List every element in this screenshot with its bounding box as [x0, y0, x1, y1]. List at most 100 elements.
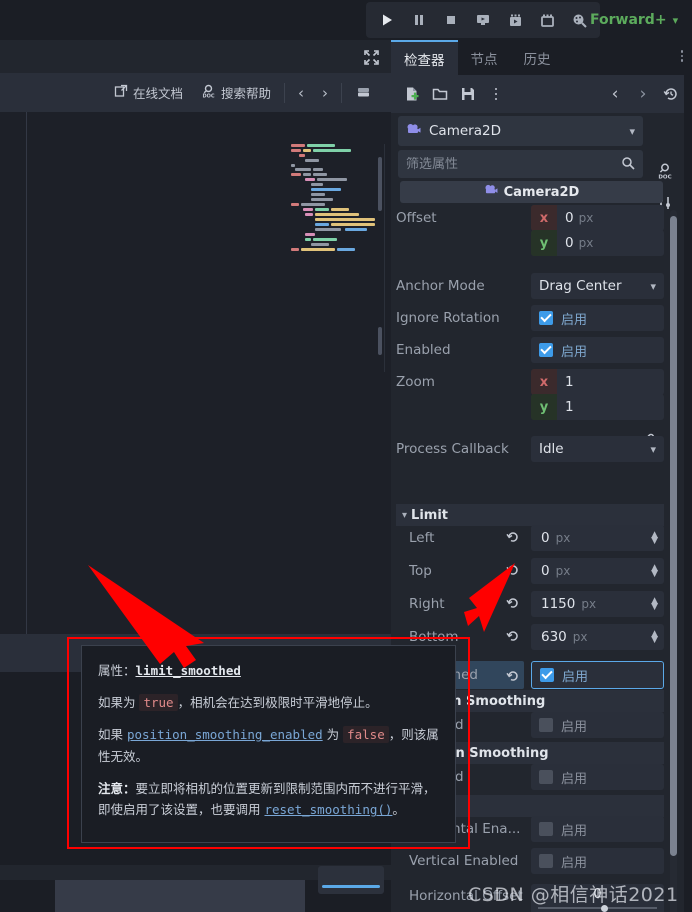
tab-inspector[interactable]: 检查器	[391, 40, 458, 75]
checkbox-icon[interactable]	[539, 770, 553, 784]
spinner-arrows-icon[interactable]: ▲ ▼	[651, 564, 658, 579]
value: 0	[541, 563, 550, 579]
checkbox-icon[interactable]	[539, 343, 553, 357]
revert-arrow-icon[interactable]	[506, 668, 520, 687]
clock-history-icon[interactable]	[657, 81, 685, 107]
anchor-mode-value: Drag Center	[539, 278, 622, 294]
tab-node[interactable]: 节点	[458, 40, 511, 75]
inspector-scrollbar-thumb[interactable]	[670, 216, 677, 856]
code-editing-area[interactable]	[0, 112, 391, 634]
checkbox-label: 启用	[561, 719, 588, 735]
camera2d-icon	[484, 184, 498, 200]
checkbox-label: 启用	[561, 344, 588, 360]
search-input[interactable]	[406, 156, 621, 172]
node-select-box[interactable]: Camera2D ▾	[398, 116, 643, 146]
property-row-ignore-rotation: Ignore Rotation 启用	[396, 305, 664, 331]
unit-label: px	[578, 211, 594, 225]
unit-label: px	[555, 531, 571, 545]
chevron-left-icon[interactable]: ‹	[601, 81, 629, 107]
spinner-arrows-icon[interactable]: ▲ ▼	[651, 597, 658, 612]
external-link-icon	[114, 84, 128, 101]
ignore-rotation-checkbox[interactable]: 启用	[531, 305, 664, 331]
play-current-scene-button[interactable]	[468, 6, 498, 34]
property-row-offset: Offset x 0 px	[396, 205, 664, 231]
dock-tab-bar: 检查器 节点 历史	[391, 40, 692, 75]
stop-button[interactable]	[436, 6, 466, 34]
help-back-button[interactable]: ‹	[289, 84, 313, 102]
process-callback-dropdown[interactable]: Idle ▾	[531, 436, 664, 462]
zoom-x-value: 1	[565, 374, 574, 390]
chevron-down-icon: ▾	[629, 124, 635, 138]
lower-panel-body	[55, 880, 305, 912]
offset-x-field[interactable]: x 0 px	[531, 205, 664, 231]
checkbox-icon[interactable]	[539, 718, 553, 732]
checkbox-icon[interactable]	[539, 854, 553, 868]
zoom-x-field[interactable]: x 1	[531, 369, 664, 395]
code-scrollbar-thumb[interactable]	[378, 327, 382, 355]
expand-arrows-icon[interactable]	[361, 47, 381, 67]
category-header-limit[interactable]: ▾ Limit	[396, 504, 664, 526]
revert-arrow-icon[interactable]	[506, 595, 520, 614]
filter-box[interactable]	[398, 150, 643, 178]
chevron-down-icon: ▾	[672, 13, 679, 27]
spinner-arrows-icon[interactable]: ▲ ▼	[651, 630, 658, 645]
limit-left-field[interactable]: 0 px ▲ ▼	[531, 525, 664, 551]
code-minimap[interactable]	[289, 144, 384, 254]
lower-action-button[interactable]	[318, 866, 384, 894]
checkbox-label: 启用	[561, 312, 588, 328]
limit-right-field[interactable]: 1150 px ▲ ▼	[531, 591, 664, 617]
smoothed-checkbox[interactable]: 启用	[531, 661, 664, 689]
axis-x-label: x	[531, 205, 557, 231]
edited-node-selector[interactable]: Camera2D ▾	[398, 116, 643, 146]
script-editor-toolbar: 在线文档 DOC 搜索帮助 ‹ ›	[0, 73, 391, 112]
zoom-y-field[interactable]: y 1	[531, 394, 664, 420]
revert-arrow-icon[interactable]	[506, 628, 520, 647]
help-forward-button[interactable]: ›	[313, 84, 337, 102]
renderer-selector[interactable]: Forward+ ▾	[590, 6, 678, 34]
unit-label: px	[581, 597, 597, 611]
online-docs-button[interactable]: 在线文档	[105, 80, 192, 106]
renderer-label: Forward+	[590, 12, 667, 28]
play-custom-scene-button[interactable]	[500, 6, 530, 34]
offset-y-field[interactable]: y 0 px	[531, 230, 664, 256]
checkbox-icon[interactable]	[540, 668, 554, 682]
category-label: Limit	[411, 507, 448, 523]
checkbox-icon[interactable]	[539, 822, 553, 836]
drag-vertical-enabled-checkbox[interactable]: 启用	[531, 848, 664, 874]
floppy-save-icon[interactable]	[454, 81, 482, 107]
checkbox-label: 启用	[561, 771, 588, 787]
playback-button-group	[366, 2, 600, 38]
axis-x-label: x	[531, 369, 557, 395]
rotation-smoothing-enabled-checkbox[interactable]: 启用	[531, 764, 664, 790]
value: 0	[541, 530, 550, 546]
filter-properties-row[interactable]	[398, 150, 643, 178]
vertical-dots-icon[interactable]	[680, 50, 683, 62]
slider-track[interactable]	[538, 904, 657, 912]
property-label: Zoom	[396, 374, 435, 390]
resource-extra-menu-button[interactable]	[482, 81, 510, 107]
pause-button[interactable]	[404, 6, 434, 34]
checkbox-label: 启用	[561, 855, 588, 871]
tab-history[interactable]: 历史	[511, 40, 564, 75]
checkbox-icon[interactable]	[539, 311, 553, 325]
revert-arrow-icon[interactable]	[506, 562, 520, 581]
movie-writer-button[interactable]	[532, 6, 562, 34]
search-help-button[interactable]: DOC 搜索帮助	[192, 80, 280, 106]
search-icon[interactable]	[621, 155, 635, 174]
enabled-checkbox[interactable]: 启用	[531, 337, 664, 363]
play-button[interactable]	[372, 6, 402, 34]
revert-arrow-icon[interactable]	[506, 529, 520, 548]
position-smoothing-enabled-checkbox[interactable]: 启用	[531, 712, 664, 738]
new-file-icon[interactable]	[398, 81, 426, 107]
class-section-header[interactable]: Camera2D	[400, 181, 663, 203]
drag-horizontal-enabled-checkbox[interactable]: 启用	[531, 816, 664, 842]
minimap-viewport-indicator[interactable]	[378, 157, 382, 211]
layers-icon[interactable]	[346, 80, 381, 106]
chevron-right-icon[interactable]: ›	[629, 81, 657, 107]
property-label: Vertical Enabled	[409, 853, 519, 869]
anchor-mode-dropdown[interactable]: Drag Center ▾	[531, 273, 664, 299]
limit-bottom-field[interactable]: 630 px ▲ ▼	[531, 624, 664, 650]
limit-top-field[interactable]: 0 px ▲ ▼	[531, 558, 664, 584]
spinner-arrows-icon[interactable]: ▲ ▼	[651, 531, 658, 546]
folder-icon[interactable]	[426, 81, 454, 107]
